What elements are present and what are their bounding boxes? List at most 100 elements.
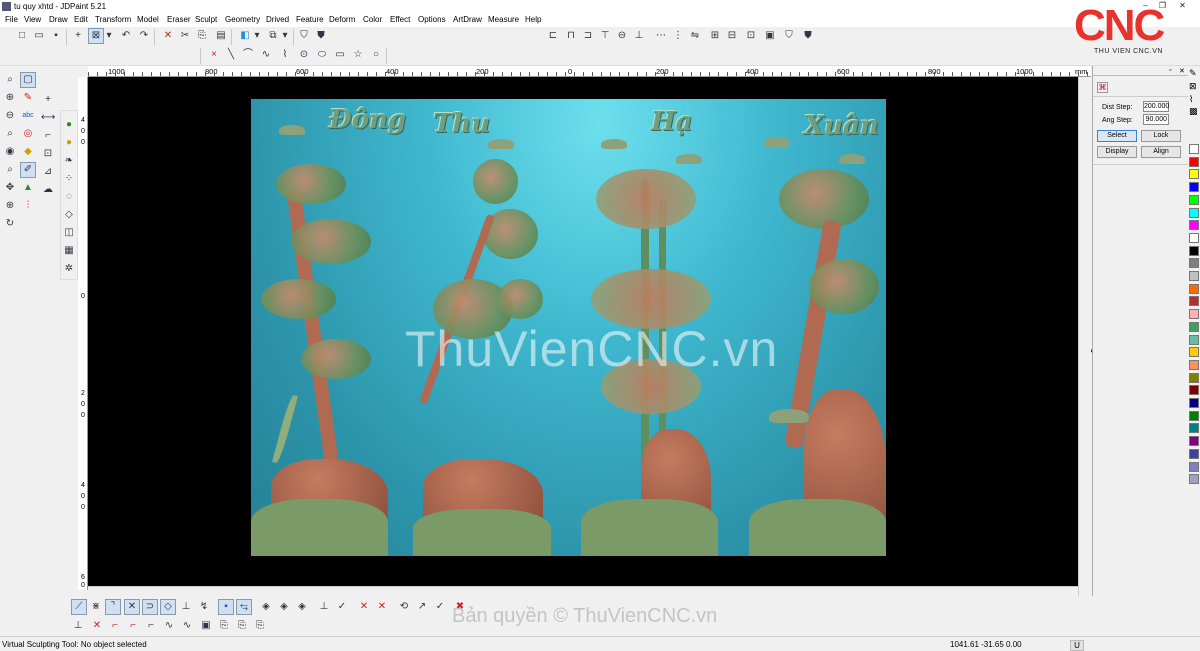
mound-icon[interactable]: ▲ — [20, 180, 36, 196]
step-icon[interactable]: ⊿ — [40, 164, 56, 180]
zoom-icon[interactable]: ⊕ — [2, 198, 18, 214]
group-icon[interactable]: ▣ — [762, 28, 778, 44]
array-icon[interactable]: ⊟ — [724, 28, 740, 44]
menu-options[interactable]: Options — [418, 15, 446, 24]
zoom-prev-icon[interactable]: ⌕ — [2, 162, 18, 178]
color-swatch[interactable] — [1189, 194, 1199, 205]
menu-file[interactable]: File — [5, 15, 18, 24]
menu-artdraw[interactable]: ArtDraw — [453, 15, 482, 24]
target-icon[interactable]: ◎ — [20, 126, 36, 142]
circle-center-icon[interactable]: ⊙ — [296, 47, 312, 63]
color-swatch[interactable] — [1189, 245, 1199, 256]
text-tool-icon[interactable]: abc — [20, 108, 36, 124]
wave-icon[interactable]: ∿ — [161, 618, 177, 634]
eyedropper-icon[interactable]: ⌇ — [1189, 94, 1193, 105]
color-swatch[interactable] — [1189, 321, 1199, 332]
shield-filled-icon[interactable]: ⛊ — [800, 28, 816, 44]
color-swatch[interactable] — [1189, 283, 1199, 294]
menu-sculpt[interactable]: Sculpt — [195, 15, 217, 24]
new-file-icon[interactable]: □ — [14, 28, 30, 44]
point-icon[interactable]: × — [206, 47, 222, 63]
plus-icon[interactable]: + — [40, 92, 56, 108]
color-swatch[interactable] — [1189, 220, 1199, 231]
color-swatch[interactable] — [1189, 144, 1199, 154]
align-right-icon[interactable]: ⊐ — [580, 28, 596, 44]
open-folder-icon[interactable]: ▭ — [31, 28, 47, 44]
wave2-icon[interactable]: ∿ — [179, 618, 195, 634]
grid-snap-icon[interactable]: ◈ — [258, 599, 274, 615]
vertical-scrollbar[interactable] — [1078, 77, 1091, 596]
spline-icon[interactable]: ∿ — [258, 47, 274, 63]
snap-node-icon[interactable]: ⋇ — [88, 599, 104, 615]
distribute-v-icon[interactable]: ⋮ — [670, 28, 686, 44]
undo-icon[interactable]: ↶ — [118, 28, 134, 44]
panel-close-icon[interactable]: ✕ — [1179, 67, 1185, 75]
select-rect-icon[interactable]: ▢ — [20, 72, 36, 88]
color-swatch[interactable] — [1189, 309, 1199, 320]
zoom-out-icon[interactable]: ⊖ — [2, 108, 18, 124]
display-button[interactable]: Display — [1097, 146, 1137, 158]
cloud-icon[interactable]: ☁ — [40, 182, 56, 198]
color-swatch[interactable] — [1189, 474, 1199, 485]
measure-icon[interactable]: ⟷ — [40, 110, 56, 126]
align-bottom-icon[interactable]: ⊥ — [631, 28, 647, 44]
flatten-icon[interactable]: ◇ — [61, 207, 77, 223]
ang-step-input[interactable]: 90.000 — [1143, 114, 1169, 125]
delete-icon[interactable]: ✕ — [160, 28, 176, 44]
color-swatch[interactable] — [1189, 461, 1199, 472]
circle-icon[interactable]: ○ — [368, 47, 384, 63]
snap-intersect-icon[interactable]: ✕ — [124, 599, 140, 615]
pen-tool-icon[interactable]: ✎ — [20, 90, 36, 106]
color-swatch[interactable] — [1189, 410, 1199, 421]
tool-option-icon[interactable]: ⌘ — [1097, 82, 1108, 93]
color-swatch[interactable] — [1189, 347, 1199, 358]
chevron-down-icon[interactable]: ▾ — [280, 28, 290, 44]
corner-line2-icon[interactable]: ⌐ — [125, 618, 141, 634]
color-swatch[interactable] — [1189, 207, 1199, 218]
unit-indicator[interactable]: U — [1070, 640, 1084, 651]
smooth-icon[interactable]: ◌ — [61, 189, 77, 205]
nodes-icon[interactable]: ⁘ — [61, 171, 77, 187]
break-icon[interactable]: ✕ — [356, 599, 372, 615]
align-left-icon[interactable]: ⊏ — [545, 28, 561, 44]
menu-draw[interactable]: Draw — [49, 15, 68, 24]
color-swatch[interactable] — [1189, 271, 1199, 281]
color-swatch[interactable] — [1189, 156, 1199, 167]
align-center-icon[interactable]: ⊓ — [563, 28, 579, 44]
pencil-icon[interactable]: ✎ — [1189, 68, 1197, 79]
box-icon[interactable]: ⊡ — [40, 146, 56, 162]
menu-color[interactable]: Color — [363, 15, 382, 24]
light-icon[interactable]: ● — [61, 135, 77, 151]
color-swatch[interactable] — [1189, 398, 1199, 408]
sculpt-brush-icon[interactable]: ✐ — [20, 162, 36, 178]
menu-feature[interactable]: Feature — [296, 15, 324, 24]
offset-icon[interactable]: ⟲ — [396, 599, 412, 615]
rectangle-icon[interactable]: ▭ — [332, 47, 348, 63]
rotate-icon[interactable]: ↻ — [2, 216, 18, 232]
menu-measure[interactable]: Measure — [488, 15, 519, 24]
grid-snap2-icon[interactable]: ◈ — [276, 599, 292, 615]
arc-icon[interactable]: ⌒ — [240, 47, 256, 63]
lock-button[interactable]: Lock — [1141, 130, 1181, 142]
align-top-icon[interactable]: ⊤ — [597, 28, 613, 44]
trim-icon[interactable]: ⊥ — [316, 599, 332, 615]
vertical-line-icon[interactable]: ⊥ — [70, 618, 86, 634]
gear-icon[interactable]: ✲ — [61, 261, 77, 277]
view-cube-icon[interactable]: ⧉ — [265, 28, 281, 44]
snap-arc-icon[interactable]: ⊃ — [142, 599, 158, 615]
color-swatch[interactable] — [1189, 296, 1199, 307]
copy-icon[interactable]: ⎘ — [194, 28, 210, 44]
copy-tool-icon[interactable]: ⎘ — [216, 618, 232, 634]
menu-drived[interactable]: Drived — [266, 15, 289, 24]
fill-icon[interactable]: ◆ — [20, 144, 36, 160]
cut-icon[interactable]: ✂ — [177, 28, 193, 44]
star-icon[interactable]: ☆ — [350, 47, 366, 63]
join-icon[interactable]: ✕ — [374, 599, 390, 615]
menu-geometry[interactable]: Geometry — [225, 15, 260, 24]
chamfer-icon[interactable]: ✓ — [432, 599, 448, 615]
paste-icon[interactable]: ▤ — [213, 28, 229, 44]
shield-icon[interactable]: ⛉ — [781, 28, 797, 44]
color-swatch[interactable] — [1189, 258, 1199, 269]
ellipse-icon[interactable]: ⬭ — [314, 47, 330, 63]
color-swatch[interactable] — [1189, 448, 1199, 459]
